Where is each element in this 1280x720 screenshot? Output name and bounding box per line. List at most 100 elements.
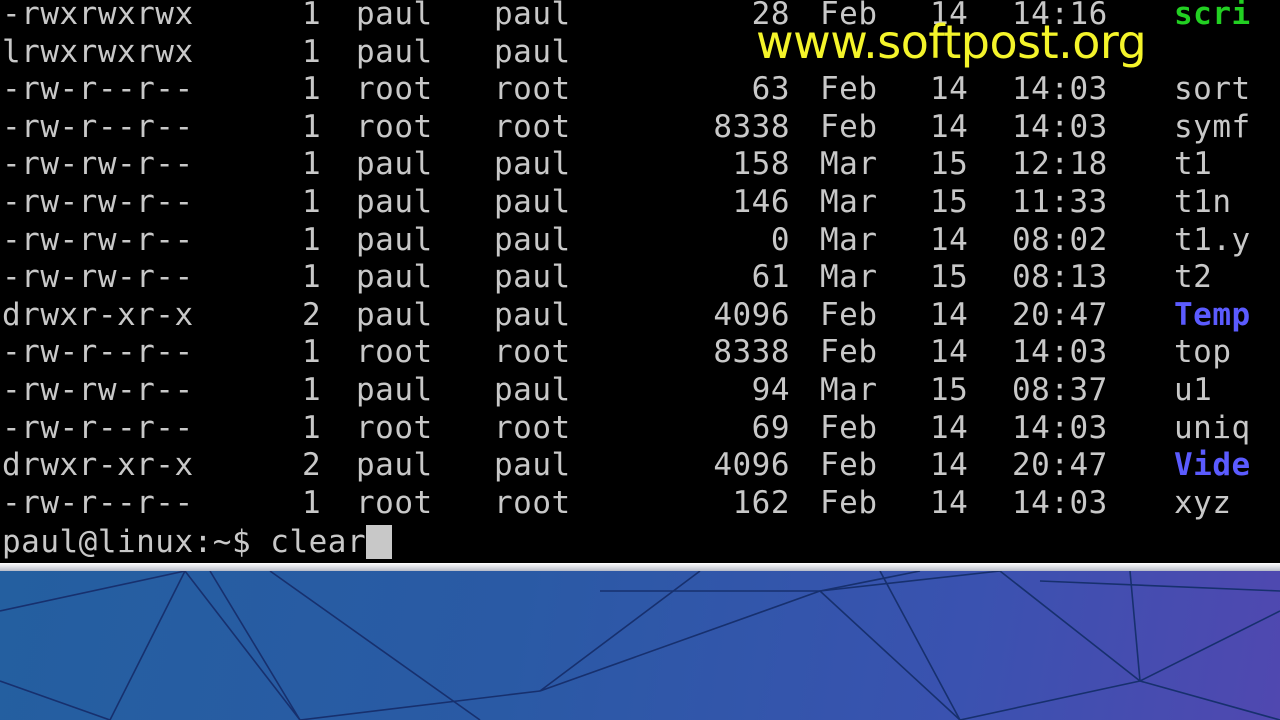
- listing-links: 2: [302, 447, 322, 484]
- listing-month: Feb: [820, 409, 878, 446]
- listing-size: 8338: [713, 334, 790, 371]
- wallpaper-pattern: [0, 571, 1280, 720]
- listing-day: 14: [930, 409, 969, 446]
- listing-time: 14:03: [1012, 71, 1108, 108]
- listing-size: 0: [770, 221, 790, 258]
- listing-links: 1: [302, 221, 322, 258]
- listing-owner: paul: [356, 33, 433, 70]
- listing-time: 20:47: [1012, 296, 1108, 333]
- listing-day: 14: [930, 447, 969, 484]
- listing-row: -rw-r--r-- 1 root root 63 Feb 14 14:03 sort: [0, 71, 1280, 109]
- listing-month: Feb: [820, 108, 878, 145]
- listing-perms: -rwxrwxrwx: [2, 0, 194, 32]
- listing-perms: -rw-rw-r--: [2, 183, 194, 220]
- listing-links: 1: [302, 33, 322, 70]
- listing-day: 15: [930, 371, 969, 408]
- listing-size: 4096: [713, 296, 790, 333]
- listing-month: Mar: [820, 221, 878, 258]
- listing-owner: paul: [356, 146, 433, 183]
- listing-owner: paul: [356, 447, 433, 484]
- listing-links: 1: [302, 146, 322, 183]
- listing-perms: -rw-r--r--: [2, 409, 194, 446]
- listing-name: Temp: [1174, 296, 1251, 333]
- listing-group: root: [494, 409, 571, 446]
- listing-time: 14:03: [1012, 409, 1108, 446]
- listing-group: paul: [494, 221, 571, 258]
- listing-name: u1: [1174, 371, 1213, 408]
- listing-size: 63: [751, 71, 790, 108]
- listing-links: 1: [302, 259, 322, 296]
- listing-row: -rw-rw-r-- 1 paul paul 158 Mar 15 12:18 t1: [0, 146, 1280, 184]
- listing-perms: -rw-rw-r--: [2, 221, 194, 258]
- listing-group: root: [494, 484, 571, 521]
- listing-row: -rw-rw-r-- 1 paul paul 61 Mar 15 08:13 t2: [0, 259, 1280, 297]
- listing-perms: -rw-rw-r--: [2, 146, 194, 183]
- listing-month: Mar: [820, 371, 878, 408]
- listing-name: sort: [1174, 71, 1251, 108]
- listing-owner: root: [356, 108, 433, 145]
- shell-prompt: paul@linux:~$: [2, 524, 271, 560]
- listing-row: -rw-r--r-- 1 root root 8338 Feb 14 14:03 top: [0, 334, 1280, 372]
- listing-time: 08:02: [1012, 221, 1108, 258]
- listing-day: 14: [930, 71, 969, 108]
- listing-time: 14:03: [1012, 108, 1108, 145]
- listing-size: 94: [751, 371, 790, 408]
- listing-group: paul: [494, 146, 571, 183]
- watermark-text: www.softpost.org: [756, 15, 1147, 69]
- listing-owner: paul: [356, 0, 433, 32]
- listing-links: 2: [302, 296, 322, 333]
- listing-owner: root: [356, 334, 433, 371]
- listing-perms: -rw-r--r--: [2, 484, 194, 521]
- listing-perms: -rw-r--r--: [2, 108, 194, 145]
- text-cursor: [366, 524, 393, 559]
- listing-group: paul: [494, 0, 571, 32]
- listing-group: paul: [494, 33, 571, 70]
- terminal-window[interactable]: -rwxrwxrwx 1 paul paul 28 Feb 14 14:16 scri lrwxr…: [0, 0, 1280, 565]
- listing-time: 08:37: [1012, 371, 1108, 408]
- listing-row: -rw-r--r-- 1 root root 69 Feb 14 14:03 uniq: [0, 410, 1280, 448]
- listing-perms: -rw-rw-r--: [2, 259, 194, 296]
- listing-name: t1n: [1174, 183, 1232, 220]
- listing-time: 14:03: [1012, 334, 1108, 371]
- listing-links: 1: [302, 371, 322, 408]
- listing-name: symf: [1174, 108, 1251, 145]
- listing-day: 15: [930, 259, 969, 296]
- listing-size: 146: [732, 183, 790, 220]
- listing-name: t1.y: [1174, 221, 1251, 258]
- listing-size: 61: [751, 259, 790, 296]
- window-divider: [0, 563, 1280, 571]
- listing-day: 15: [930, 146, 969, 183]
- listing-month: Feb: [820, 484, 878, 521]
- listing-owner: paul: [356, 259, 433, 296]
- listing-day: 15: [930, 183, 969, 220]
- listing-links: 1: [302, 409, 322, 446]
- listing-perms: -rw-rw-r--: [2, 371, 194, 408]
- listing-day: 14: [930, 108, 969, 145]
- listing-time: 08:13: [1012, 259, 1108, 296]
- command-input[interactable]: clear: [270, 524, 366, 560]
- listing-row: -rw-r--r-- 1 root root 8338 Feb 14 14:03 symf: [0, 109, 1280, 147]
- listing-month: Mar: [820, 183, 878, 220]
- listing-perms: -rw-r--r--: [2, 334, 194, 371]
- listing-perms: drwxr-xr-x: [2, 296, 194, 333]
- listing-links: 1: [302, 183, 322, 220]
- listing-size: 8338: [713, 108, 790, 145]
- listing-month: Feb: [820, 334, 878, 371]
- listing-name: top: [1174, 334, 1232, 371]
- listing-month: Mar: [820, 259, 878, 296]
- listing-group: paul: [494, 447, 571, 484]
- listing-time: 12:18: [1012, 146, 1108, 183]
- listing-size: 69: [751, 409, 790, 446]
- listing-day: 14: [930, 334, 969, 371]
- listing-group: root: [494, 71, 571, 108]
- command-line[interactable]: paul@linux:~$ clear: [2, 523, 393, 561]
- listing-day: 14: [930, 221, 969, 258]
- listing-time: 11:33: [1012, 183, 1108, 220]
- listing-row: -rw-rw-r-- 1 paul paul 0 Mar 14 08:02 t1.y: [0, 222, 1280, 260]
- listing-month: Feb: [820, 447, 878, 484]
- listing-owner: root: [356, 484, 433, 521]
- listing-day: 14: [930, 296, 969, 333]
- listing-group: root: [494, 108, 571, 145]
- listing-owner: paul: [356, 371, 433, 408]
- listing-month: Feb: [820, 296, 878, 333]
